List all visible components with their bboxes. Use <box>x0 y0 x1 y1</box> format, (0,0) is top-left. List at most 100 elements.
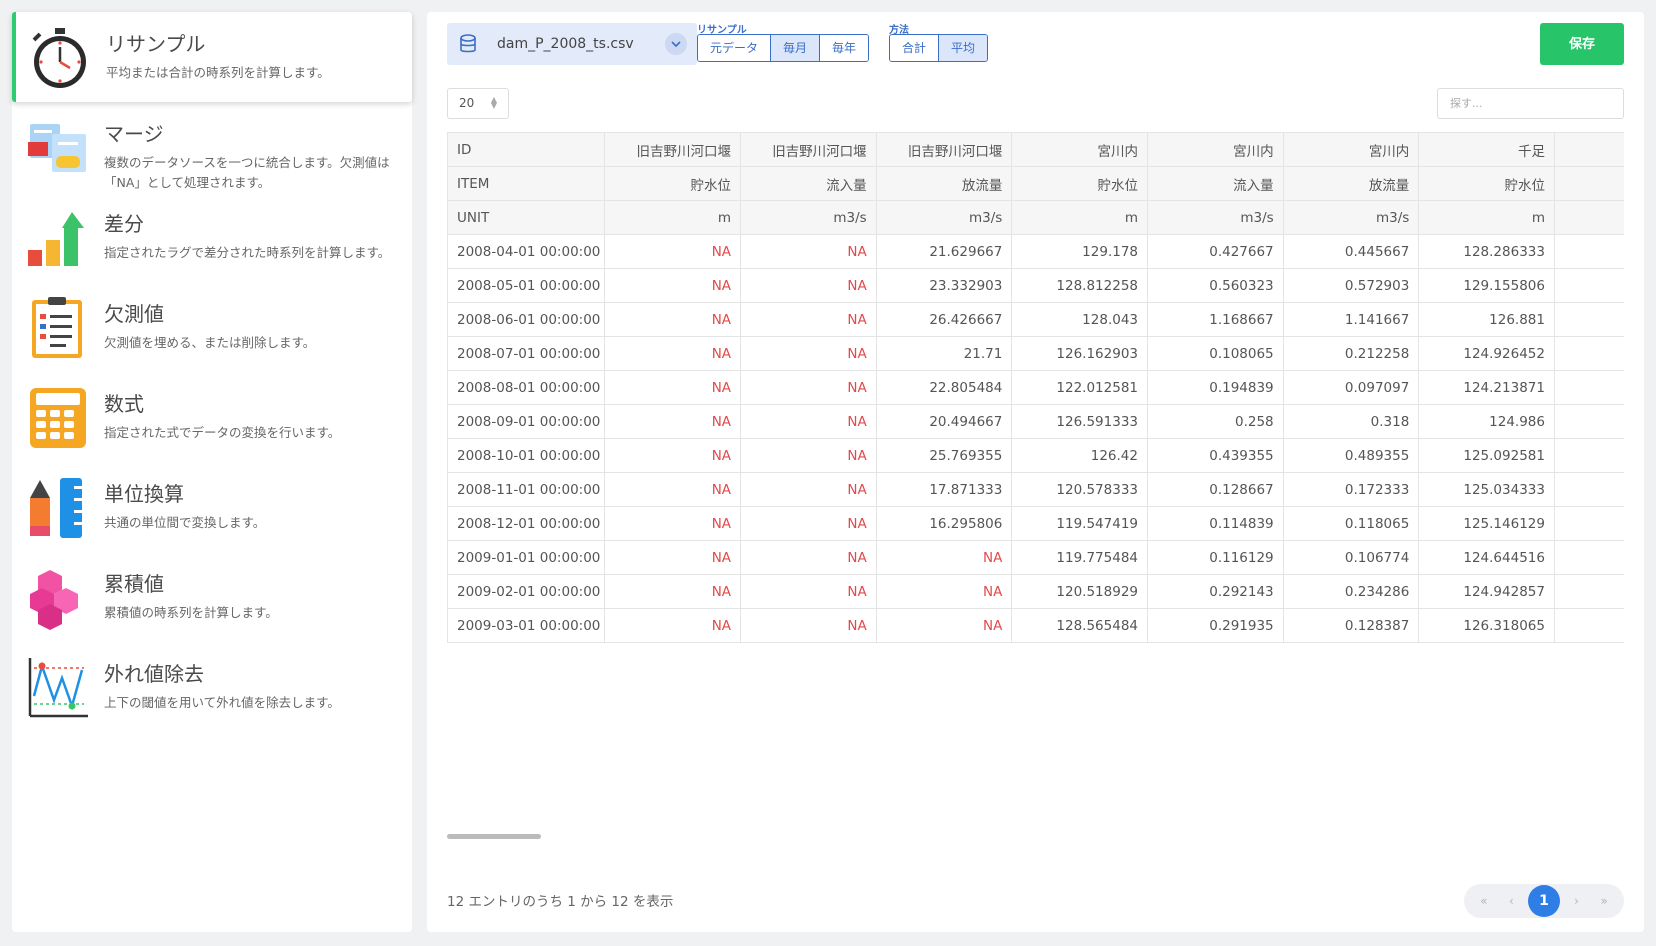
row-header-cell: 2009-03-01 00:00:00 <box>447 608 606 643</box>
database-icon <box>447 23 489 65</box>
table-cell: 貯水位 <box>604 166 742 201</box>
resample-button-group: 元データ 毎月 毎年 <box>697 34 870 62</box>
table-cell: 119.775484 <box>1011 540 1148 575</box>
table-cell: NA <box>604 370 742 405</box>
table-cell: m <box>1011 200 1148 235</box>
table-cell: 旧吉野川河口堰 <box>875 132 1013 167</box>
table-cell: 122.012581 <box>1011 370 1148 405</box>
chevron-down-icon[interactable] <box>665 33 687 55</box>
table-cell: NA <box>604 336 742 371</box>
table-cell: 0.128667 <box>1147 472 1284 507</box>
sidebar-item-desc: 複数のデータソースを一つに統合します。欠測値は「NA」として処理されます。 <box>104 155 390 190</box>
table-cell: 0.489355 <box>1282 438 1420 473</box>
table-cell: 宮川内 <box>1011 132 1148 167</box>
table-cell: NA <box>875 574 1013 609</box>
table-cell: 旧吉野川河口堰 <box>604 132 742 167</box>
table-cell: 1.141667 <box>1282 302 1420 337</box>
table-cell: NA <box>604 574 742 609</box>
page-first-button[interactable]: « <box>1473 894 1495 908</box>
table-cell: NA <box>740 540 877 575</box>
table-cell: 124.942857 <box>1418 574 1555 609</box>
sidebar-item-desc: 指定された式でデータの変換を行います。 <box>104 425 341 440</box>
sidebar-item-formula[interactable]: 数式 指定された式でデータの変換を行います。 <box>12 372 412 462</box>
page-length-select[interactable]: 20 ▲ ▼ <box>447 88 509 119</box>
bar-chart-arrow-icon <box>28 212 84 266</box>
table-cell: 0.06 <box>1553 404 1624 439</box>
resample-option-yearly[interactable]: 毎年 <box>820 35 869 61</box>
method-option-sum[interactable]: 合計 <box>890 35 940 61</box>
clipboard-list-icon <box>32 297 82 358</box>
sidebar-item-desc: 指定されたラグで差分された時系列を計算します。 <box>104 245 391 260</box>
table-cell: NA <box>604 404 742 439</box>
table-cell: 0.291935 <box>1147 608 1284 643</box>
table-cell: m3/s <box>1147 200 1284 235</box>
table-row: 2009-03-01 00:00:00 NA NA NA 128.565484 0.291… <box>447 608 1624 643</box>
table-cell: 0.194839 <box>1147 370 1284 405</box>
resample-option-raw[interactable]: 元データ <box>698 35 772 61</box>
table-cell: 0.128387 <box>1282 608 1420 643</box>
page-prev-button[interactable]: ‹ <box>1500 894 1522 908</box>
page-current-button[interactable]: 1 <box>1527 885 1560 917</box>
table-cell: NA <box>740 234 877 269</box>
table-cell: 126.881 <box>1418 302 1555 337</box>
sidebar-item-merge[interactable]: マージ 複数のデータソースを一つに統合します。欠測値は「NA」として処理されます… <box>12 102 412 192</box>
table-cell: NA <box>604 506 742 541</box>
sidebar-item-title: 外れ値除去 <box>104 662 204 686</box>
table-row: 2009-01-01 00:00:00 NA NA NA 119.775484 0.116… <box>447 540 1624 575</box>
file-select[interactable]: dam_P_2008_ts.csv <box>447 23 697 65</box>
sidebar-item-difference[interactable]: 差分 指定されたラグで差分された時系列を計算します。 <box>12 192 412 282</box>
horizontal-scrollbar[interactable] <box>447 834 541 839</box>
table-cell: 0.779355 <box>1553 268 1624 303</box>
sidebar-item-resample[interactable]: リサンプル 平均または合計の時系列を計算します。 <box>12 12 412 102</box>
table-cell: NA <box>740 574 877 609</box>
sidebar-item-desc: 欠測値を埋める、または削除します。 <box>104 335 316 350</box>
table-cell: 0.427667 <box>1147 234 1284 269</box>
table-cell: 128.565484 <box>1011 608 1148 643</box>
table-cell: NA <box>604 540 742 575</box>
row-header-cell: 2008-10-01 00:00:00 <box>447 438 606 473</box>
table-cell: 125.034333 <box>1418 472 1555 507</box>
table-cell: 124.213871 <box>1418 370 1555 405</box>
sidebar-item-title: 累積値 <box>104 572 164 596</box>
page-next-button[interactable]: › <box>1566 894 1588 908</box>
table-cell: 129.178 <box>1011 234 1148 269</box>
table-cell: 0.445667 <box>1282 234 1420 269</box>
sidebar-item-missing-values[interactable]: 欠測値 欠測値を埋める、または削除します。 <box>12 282 412 372</box>
table-cell: 120.518929 <box>1011 574 1148 609</box>
table-cell: 0.077097 <box>1553 370 1624 405</box>
table-cell: 23.332903 <box>875 268 1013 303</box>
stopwatch-icon <box>32 28 86 88</box>
table-cell: 0.066071 <box>1553 574 1624 609</box>
resample-option-monthly[interactable]: 毎月 <box>771 35 821 61</box>
method-button-group: 合計 平均 <box>889 34 989 62</box>
sidebar-item-title: 差分 <box>104 212 144 236</box>
pagination: « ‹ 1 › » <box>1464 884 1624 918</box>
table-cell: 0.029677 <box>1553 540 1624 575</box>
method-option-mean[interactable]: 平均 <box>939 35 988 61</box>
page-last-button[interactable]: » <box>1593 894 1615 908</box>
search-input[interactable] <box>1437 88 1624 119</box>
table-cell: 放流量 <box>1282 166 1420 201</box>
table-row: 2008-08-01 00:00:00 NA NA 22.805484 122.0125… <box>447 370 1624 405</box>
table-cell: 0.172333 <box>1282 472 1420 507</box>
sidebar-item-unit-conversion[interactable]: 単位換算 共通の単位間で変換します。 <box>12 462 412 552</box>
table-cell: 126.162903 <box>1011 336 1148 371</box>
save-button[interactable]: 保存 <box>1540 23 1624 65</box>
table-cell: 16.295806 <box>875 506 1013 541</box>
table-cell: 0.258 <box>1147 404 1284 439</box>
table-cell: NA <box>740 302 877 337</box>
table-row: 2008-07-01 00:00:00 NA NA 21.71 126.162903 0.… <box>447 336 1624 371</box>
sidebar-item-cumulative[interactable]: 累積値 累積値の時系列を計算します。 <box>12 552 412 642</box>
table-cell: 128.286333 <box>1418 234 1555 269</box>
page-length-value: 20 <box>459 96 475 110</box>
table-cell: 20.494667 <box>875 404 1013 439</box>
table-cell: 流入量 <box>740 166 877 201</box>
sidebar-item-outlier-removal[interactable]: 外れ値除去 上下の閾値を用いて外れ値を除去します。 <box>12 642 412 732</box>
sidebar-item-desc: 平均または合計の時系列を計算します。 <box>106 65 330 80</box>
row-header-cell: 2008-08-01 00:00:00 <box>447 370 606 405</box>
table-cell: 125.146129 <box>1418 506 1555 541</box>
table-cell: 千足 <box>1553 132 1624 167</box>
data-table-container: ID旧吉野川河口堰旧吉野川河口堰旧吉野川河口堰宮川内宮川内宮川内千足千足ITEM… <box>447 132 1624 652</box>
table-cell: 0.118065 <box>1282 506 1420 541</box>
table-cell: 25.769355 <box>875 438 1013 473</box>
